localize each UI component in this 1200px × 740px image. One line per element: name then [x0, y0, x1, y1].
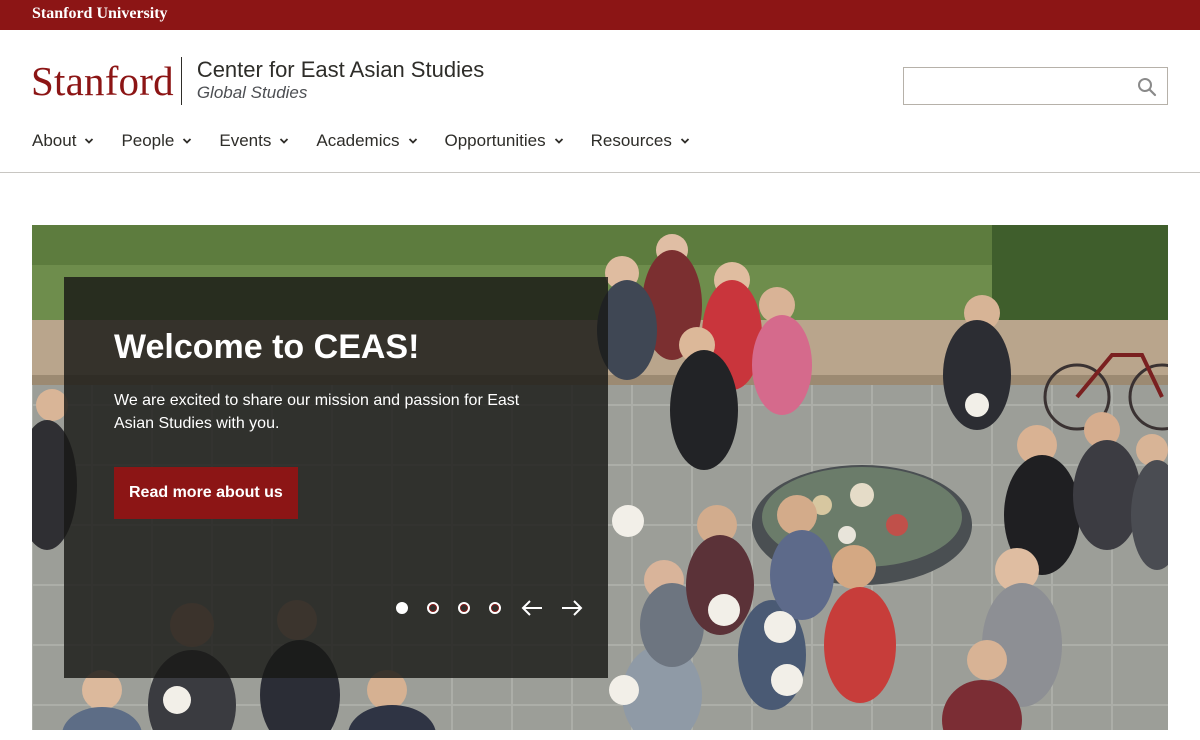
hero-carousel: Welcome to CEAS! We are excited to share… [32, 225, 1168, 730]
search-box [903, 67, 1168, 105]
slide-dot-4[interactable] [489, 602, 501, 614]
nav-label: People [121, 131, 175, 150]
site-subtitle: Global Studies [196, 83, 308, 102]
nav-academics[interactable]: Academics [316, 130, 417, 152]
arrow-right-icon[interactable] [560, 599, 584, 617]
nav-about[interactable]: About [32, 130, 94, 152]
nav-events[interactable]: Events [219, 130, 289, 152]
main-navigation: About People Events Academics Opportunit… [32, 130, 717, 152]
arrow-left-icon[interactable] [520, 599, 544, 617]
site-names: Center for East Asian Studies Global Stu… [197, 58, 484, 104]
nav-label: About [32, 131, 77, 150]
read-more-button[interactable]: Read more about us [114, 467, 298, 519]
nav-people[interactable]: People [121, 130, 192, 152]
slide-dot-3[interactable] [458, 602, 470, 614]
chevron-down-icon [554, 138, 563, 144]
chevron-down-icon [85, 138, 94, 144]
search-icon[interactable] [1137, 77, 1157, 97]
carousel-controls [396, 599, 600, 617]
slide-dot-1[interactable] [396, 602, 408, 614]
nav-label: Opportunities [444, 131, 546, 150]
chevron-down-icon [183, 138, 192, 144]
nav-label: Events [219, 131, 272, 150]
chevron-down-icon [408, 138, 417, 144]
stanford-global-bar: Stanford University [0, 0, 1200, 30]
site-title[interactable]: Center for East Asian Studies [197, 58, 484, 82]
slide-dot-2[interactable] [427, 602, 439, 614]
stanford-university-link[interactable]: Stanford University [32, 5, 168, 23]
nav-resources[interactable]: Resources [591, 130, 690, 152]
chevron-down-icon [280, 138, 289, 144]
hero-caption-panel: Welcome to CEAS! We are excited to share… [64, 277, 608, 678]
header-divider [0, 172, 1200, 173]
stanford-wordmark[interactable]: Stanford [31, 60, 174, 102]
site-branding[interactable]: Stanford Center for East Asian Studies G… [31, 56, 484, 106]
nav-label: Academics [316, 131, 400, 150]
brand-divider [180, 57, 182, 105]
nav-opportunities[interactable]: Opportunities [445, 130, 564, 152]
search-input[interactable] [904, 68, 1124, 104]
chevron-down-icon [680, 138, 690, 144]
hero-title: Welcome to CEAS! [114, 328, 420, 366]
nav-label: Resources [590, 131, 672, 150]
hero-description: We are excited to share our mission and … [114, 392, 520, 432]
